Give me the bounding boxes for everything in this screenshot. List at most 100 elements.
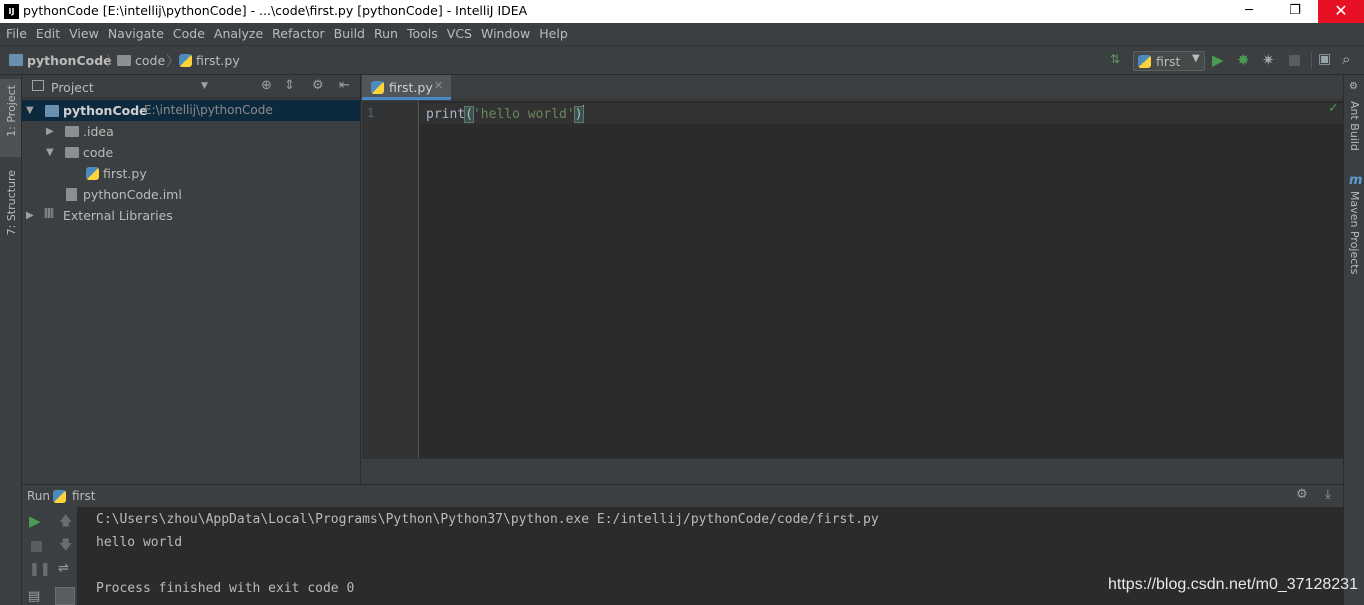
inspection-ok-icon: ✓ [1328,101,1339,116]
editor-footer [362,458,1343,483]
menu-window[interactable]: Window [477,24,534,44]
up-arrow-icon[interactable]: 🡅 [59,512,72,534]
stop-icon[interactable] [31,541,42,552]
menu-refactor[interactable]: Refactor [268,24,328,44]
run-config-tab[interactable]: first [72,489,95,503]
build-icon[interactable]: ⇅ [1110,52,1120,66]
menu-file[interactable]: File [2,24,31,44]
folder-icon [117,55,131,66]
menu-run[interactable]: Run [370,24,402,44]
tree-item-label: pythonCode.iml [83,187,182,202]
menu-view[interactable]: View [65,24,103,44]
breadcrumb-folder[interactable]: code [135,53,165,68]
folder-icon [65,147,79,158]
settings-icon[interactable]: ▤ [28,589,40,604]
menu-build[interactable]: Build [330,24,369,44]
tree-item-label: pythonCode [63,103,148,118]
stop-icon[interactable] [1289,55,1300,66]
maven-icon: m [1349,173,1363,188]
python-file-icon [1138,55,1151,68]
pause-icon[interactable]: ❚❚ [29,562,51,577]
search-everywhere-icon[interactable]: ⌕ [1342,50,1350,68]
library-icon: ⫴⫴ [44,207,54,222]
code-editor[interactable]: 1 print('hello world') ✓ [362,101,1343,458]
menu-help[interactable]: Help [535,24,572,44]
code-function: print [426,107,466,122]
minimize-button[interactable]: ─ [1226,0,1272,23]
console-line: hello world [96,535,183,550]
expand-arrow-icon[interactable]: ▼ [46,142,54,163]
coverage-icon[interactable]: ✷ [1262,51,1275,69]
locate-icon[interactable]: ⊕ [261,78,272,93]
console-line: Process finished with exit code 0 [96,581,355,596]
python-file-icon [86,167,99,180]
code-paren-close: ) [573,106,584,123]
tree-item-idea[interactable]: ▶ .idea [22,121,360,142]
menu-vcs[interactable]: VCS [443,24,476,44]
project-tree: ▼ pythonCode E:\intellij\pythonCode ▶ .i… [22,100,360,226]
tree-item-label: .idea [83,124,114,139]
editor-tab-label: first.py [389,80,433,95]
breadcrumb-project[interactable]: pythonCode [27,53,112,68]
menu-edit[interactable]: Edit [32,24,64,44]
menu-analyze[interactable]: Analyze [210,24,267,44]
menu-tools[interactable]: Tools [403,24,442,44]
gear-icon[interactable]: ⚙ [1296,487,1308,502]
title-bar: IJ pythonCode [E:\intellij\pythonCode] -… [0,0,1364,23]
text-cursor [582,105,584,120]
soft-wrap-icon[interactable]: ⇌ [58,561,69,576]
tree-item-label: code [83,145,114,160]
window-title: pythonCode [E:\intellij\pythonCode] - ..… [23,3,528,18]
run-config-selector[interactable]: first ▼ [1133,51,1205,71]
project-panel-title[interactable]: Project [51,80,94,95]
project-structure-icon[interactable]: ▣ [1318,51,1331,67]
hide-panel-icon[interactable]: ⇤ [339,78,350,93]
tab-structure[interactable]: 7: Structure [5,170,18,235]
rerun-icon[interactable]: ▶ [29,512,41,530]
run-icon[interactable]: ▶ [1212,51,1224,69]
scroll-to-end-icon[interactable] [55,587,75,605]
tree-item-label: first.py [103,166,147,181]
hide-panel-icon[interactable]: ⤓ [1325,487,1331,502]
gear-icon[interactable]: ⚙ [312,78,324,93]
python-file-icon [179,54,192,67]
chevron-down-icon[interactable]: ▼ [201,81,208,91]
tree-item-root[interactable]: ▼ pythonCode E:\intellij\pythonCode [22,100,360,121]
run-config-label: first [1156,54,1181,69]
expand-arrow-icon[interactable]: ▼ [26,100,34,121]
collapse-all-icon[interactable]: ⇕ [284,78,295,93]
tree-item-code[interactable]: ▼ code [22,142,360,163]
debug-icon[interactable]: ✸ [1237,51,1250,69]
line-gutter: 1 [362,101,419,458]
down-arrow-icon[interactable]: 🡇 [59,536,72,558]
menu-navigate[interactable]: Navigate [104,24,168,44]
breadcrumb-file[interactable]: first.py [196,53,240,68]
project-panel-header: Project ▼ ⊕ ⇕ ⚙ ⇤ [22,75,361,99]
restore-button[interactable]: ❐ [1272,0,1318,23]
tab-first-py[interactable]: first.py ✕ [362,75,451,100]
python-file-icon [371,81,384,94]
tab-ant-build[interactable]: Ant Build [1348,101,1361,151]
code-string: 'hello world' [472,107,575,122]
expand-arrow-icon[interactable]: ▶ [26,205,34,226]
tree-item-external-libraries[interactable]: ▶ ⫴⫴ External Libraries [22,205,360,226]
breadcrumb-separator: 〉 [166,54,180,70]
expand-arrow-icon[interactable]: ▶ [46,121,54,142]
tree-item-label: External Libraries [63,208,173,223]
tree-item-first-py[interactable]: first.py [22,163,360,184]
close-tab-icon[interactable]: ✕ [434,79,443,92]
tree-item-iml[interactable]: pythonCode.iml [22,184,360,205]
code-line[interactable]: print('hello world') [426,105,584,123]
toolbar-divider [1311,52,1312,69]
tab-project[interactable]: 1: Project [5,85,18,137]
menu-code[interactable]: Code [169,24,209,44]
left-tool-stripe: 1: Project 7: Structure [0,75,22,605]
chevron-down-icon: ▼ [1192,53,1200,64]
python-file-icon [53,490,66,503]
run-panel-header: Run first ⚙ ⤓ [22,484,1343,507]
navigation-bar: pythonCode 〉 code 〉 first.py ⇅ first ▼ ▶… [0,45,1364,75]
project-panel: Project ▼ ⊕ ⇕ ⚙ ⇤ ▼ pythonCode E:\intell… [22,75,361,483]
tab-maven-projects[interactable]: Maven Projects [1348,191,1361,274]
tree-item-path: E:\intellij\pythonCode [144,103,273,117]
close-button[interactable]: ✕ [1318,0,1364,23]
